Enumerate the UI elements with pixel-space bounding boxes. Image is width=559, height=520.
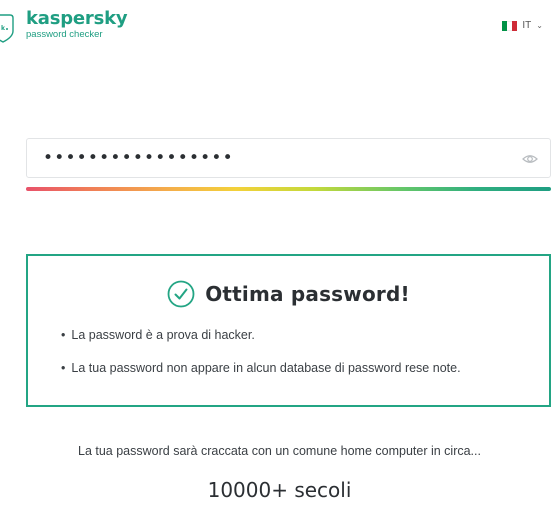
brand[interactable]: kaspersky password checker <box>26 8 128 40</box>
chevron-down-icon: ⌄ <box>536 21 543 30</box>
language-selector[interactable]: IT ⌄ <box>502 20 543 31</box>
language-code: IT <box>522 20 532 31</box>
bullet-text: La password è a prova di hacker. <box>71 328 255 342</box>
eye-icon[interactable] <box>522 151 538 167</box>
check-circle-icon <box>167 280 195 308</box>
brand-subtitle: password checker <box>26 29 103 40</box>
password-masked-value: ••••••••••••••••• <box>43 148 234 168</box>
strength-meter <box>26 187 551 191</box>
bullet-text: La tua password non appare in alcun data… <box>71 361 461 375</box>
result-panel: Ottima password! • La password è a prova … <box>26 254 551 407</box>
brand-name: kaspersky <box>26 8 128 29</box>
result-title: Ottima password! <box>205 282 410 306</box>
result-bullets: • La password è a prova di hacker. • La tu… <box>61 328 461 394</box>
crack-time-description: La tua password sarà craccata con un com… <box>78 444 481 458</box>
result-header: Ottima password! <box>28 280 549 308</box>
list-item: • La password è a prova di hacker. <box>61 328 255 342</box>
list-item: • La tua password non appare in alcun dat… <box>61 361 461 375</box>
kaspersky-logo-icon[interactable]: k <box>0 13 14 43</box>
crack-time-value: 10000+ secoli <box>207 478 352 502</box>
svg-text:k: k <box>1 25 6 32</box>
page: k kaspersky password checker IT ⌄ ••••••… <box>0 0 559 520</box>
italy-flag-icon <box>502 20 518 31</box>
password-input[interactable]: ••••••••••••••••• <box>26 138 551 178</box>
